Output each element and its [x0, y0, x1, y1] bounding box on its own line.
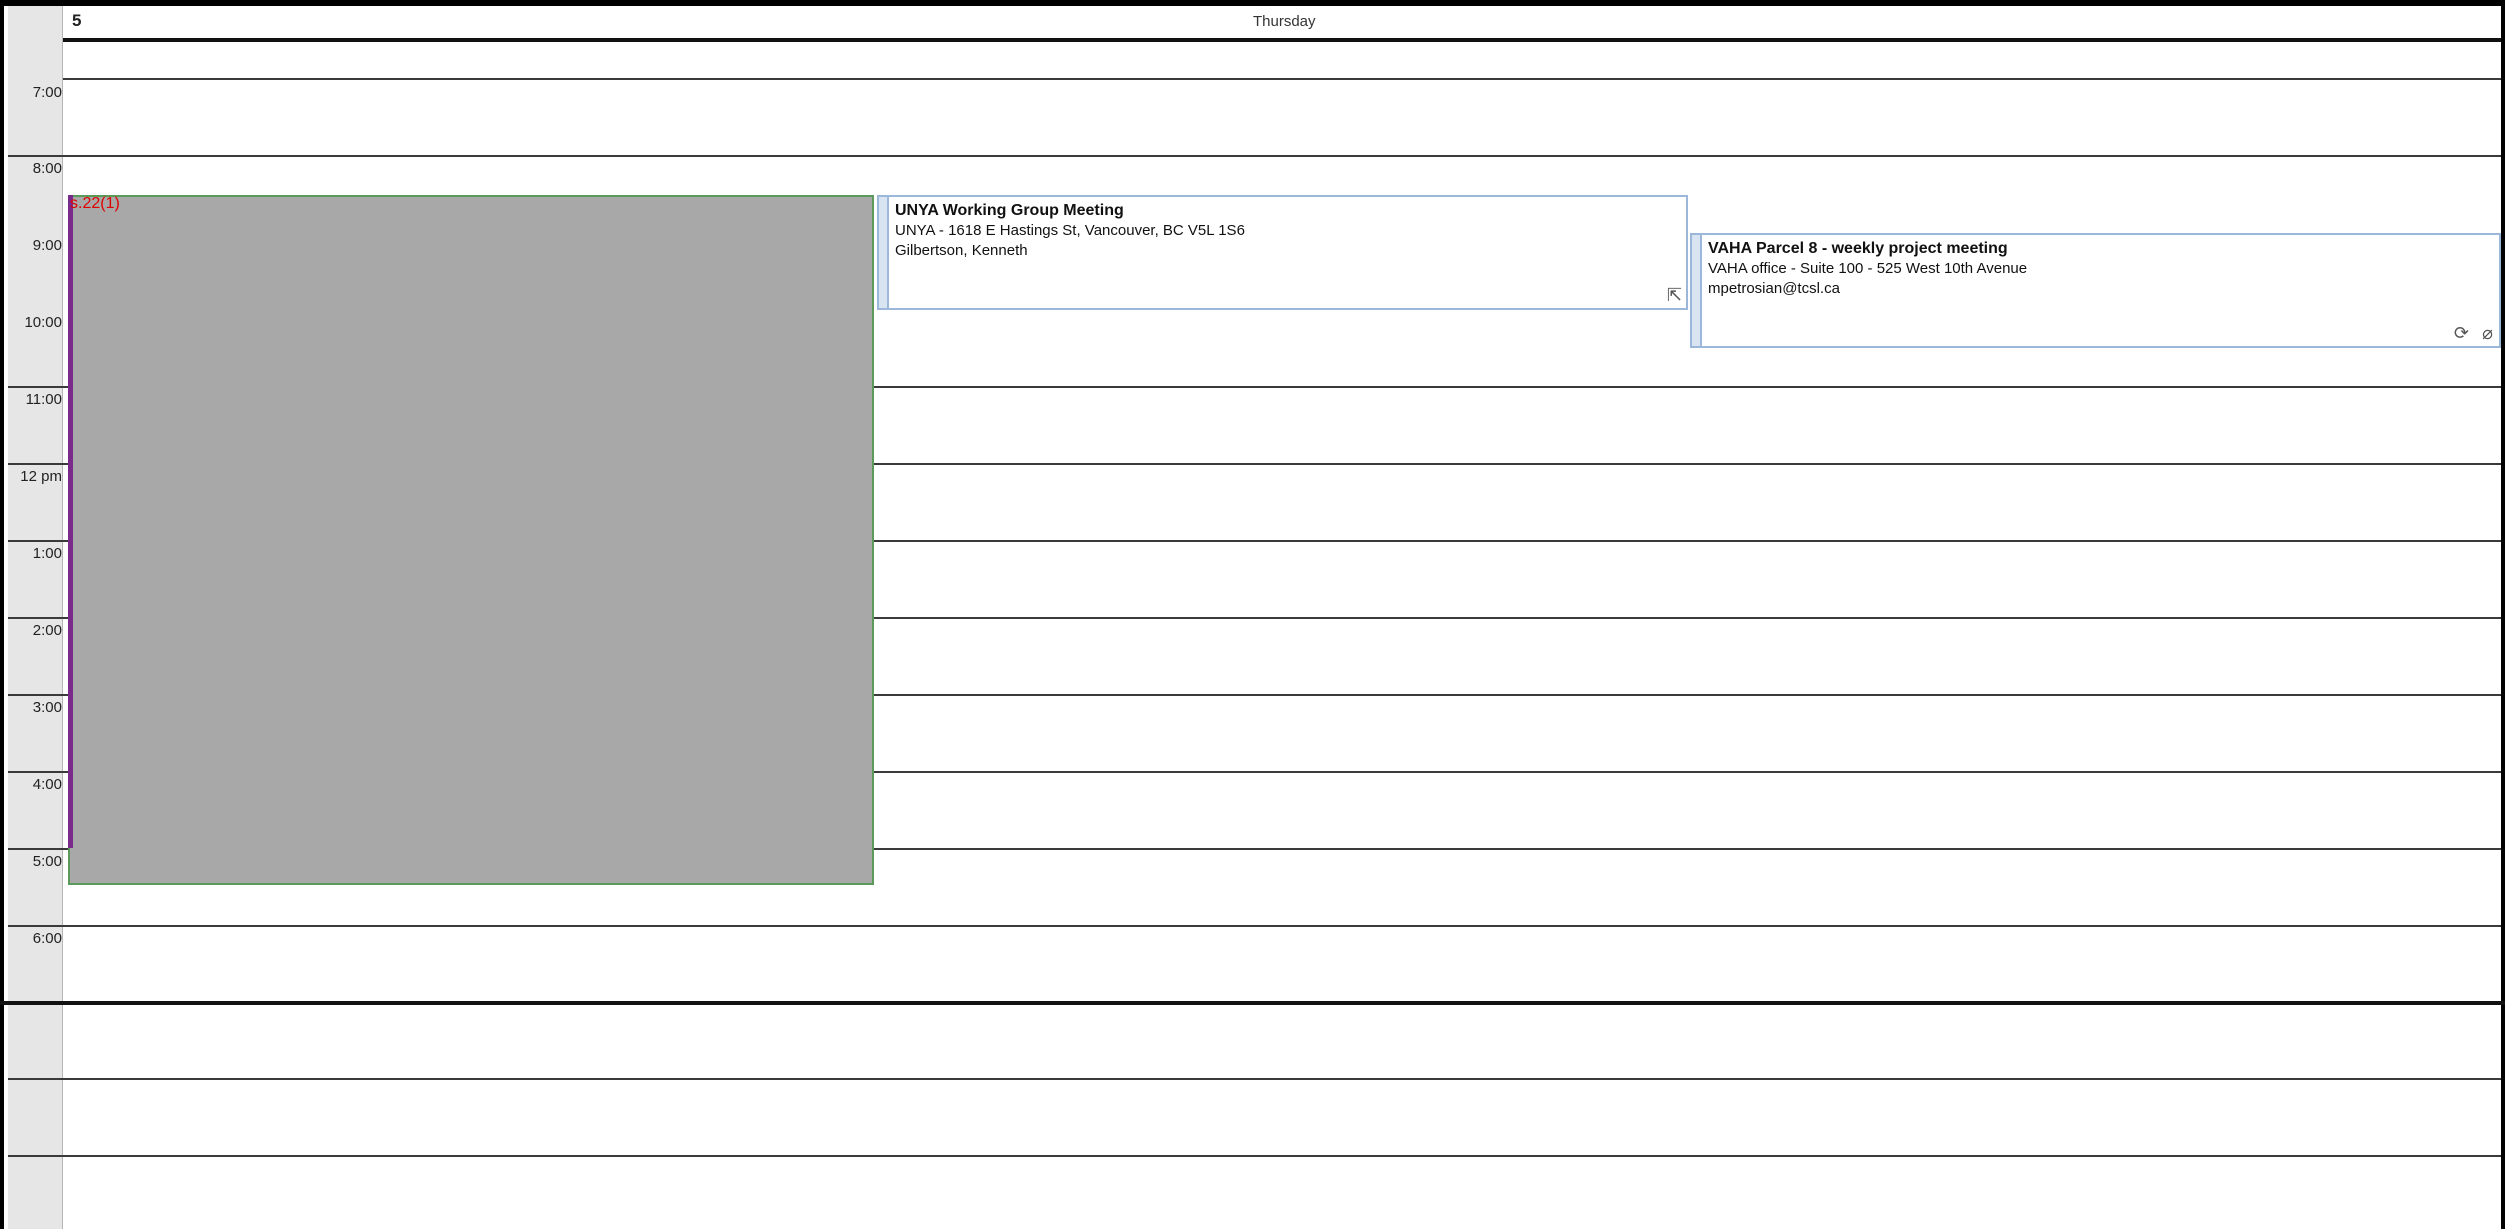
busy-status-bar: [68, 195, 73, 848]
header-divider: [63, 38, 2501, 42]
time-label: 9:00: [32, 237, 62, 254]
calendar-frame-right: [2501, 0, 2505, 1229]
time-label: 11:00: [25, 391, 62, 408]
time-label: 12 pm: [20, 468, 62, 485]
forwarded-meeting-icon: ⇱: [1666, 285, 1682, 305]
time-label: 6:00: [32, 930, 62, 947]
time-label: 1:00: [32, 545, 62, 562]
appointment-location: UNYA - 1618 E Hastings St, Vancouver, BC…: [895, 222, 1245, 239]
appointment-location: VAHA office - Suite 100 - 525 West 10th …: [1708, 260, 2028, 277]
all-day-divider: [63, 78, 2501, 80]
time-label: 8:00: [32, 160, 62, 177]
appointment-vaha-meeting[interactable]: VAHA Parcel 8 - weekly project meeting V…: [1690, 233, 2501, 348]
appointment-organizer: Gilbertson, Kenneth: [895, 242, 1028, 259]
time-label: 10:00: [24, 314, 62, 331]
appointment-title: UNYA Working Group Meeting: [895, 202, 1124, 219]
calendar-frame-top: [0, 0, 2505, 6]
recurring-icon: ⟳: [2453, 323, 2469, 343]
work-hours-end-line: [0, 1001, 2505, 1005]
time-label: 4:00: [32, 776, 62, 793]
appointment-organizer: mpetrosian@tcsl.ca: [1708, 280, 1840, 297]
time-label: 7:00: [32, 84, 62, 101]
day-number[interactable]: 5: [72, 11, 81, 31]
calendar-frame-left: [0, 0, 4, 1229]
redacted-appointment[interactable]: [68, 195, 874, 885]
appointment-status-bar: [879, 197, 889, 308]
hour-line-6: [8, 925, 2501, 927]
time-label: 2:00: [32, 622, 62, 639]
time-label: 5:00: [32, 853, 62, 870]
appointment-title: VAHA Parcel 8 - weekly project meeting: [1708, 240, 2008, 257]
time-label: 3:00: [32, 699, 62, 716]
appointment-status-bar: [1692, 235, 1702, 346]
redaction-label: s.22(1): [70, 195, 120, 212]
hour-line-8pm: [8, 1078, 2501, 1080]
appointment-unya-meeting[interactable]: UNYA Working Group Meeting UNYA - 1618 E…: [877, 195, 1688, 310]
hour-line-9pm: [8, 1155, 2501, 1157]
hour-line-8: [8, 155, 2501, 157]
day-name[interactable]: Thursday: [1253, 13, 1316, 30]
attachment-icon: ⌀: [2482, 323, 2493, 343]
